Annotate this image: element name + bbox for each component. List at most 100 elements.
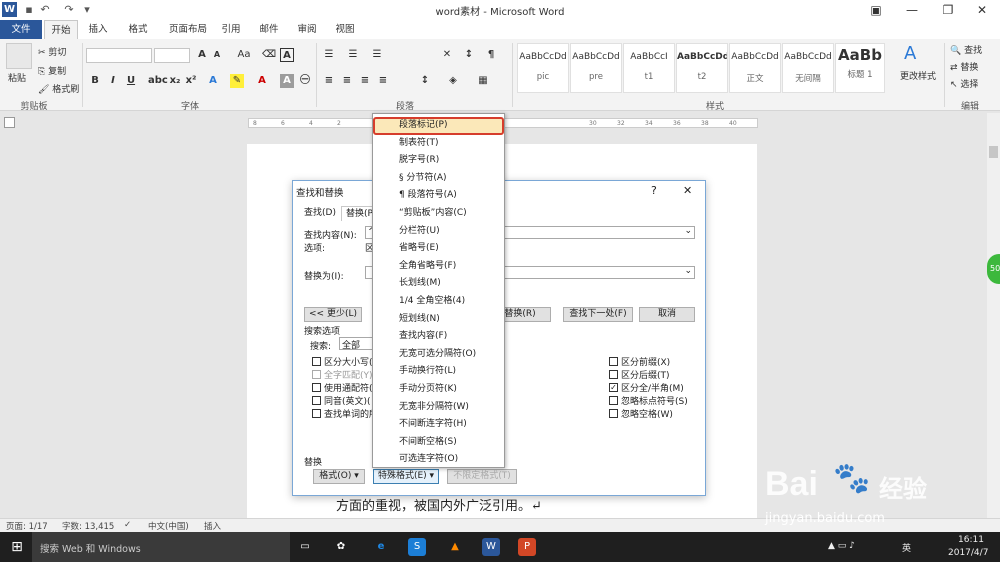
replace-dropdown-icon[interactable]: ⌄: [684, 266, 692, 276]
dialog-cancel-button[interactable]: 取消: [639, 307, 695, 322]
menu-item-clipboard[interactable]: “剪贴板”内容(C): [373, 205, 504, 223]
menu-item-paragraph-char[interactable]: ¶ 段落符号(A): [373, 187, 504, 205]
style-heading-1[interactable]: AaBb 标题 1: [835, 43, 885, 93]
tab-format[interactable]: 格式: [120, 20, 156, 39]
cut-button[interactable]: ✂ 剪切: [38, 45, 66, 58]
bold-button[interactable]: B: [88, 74, 102, 88]
clock-date[interactable]: 2017/4/7: [948, 548, 988, 558]
ime-indicator[interactable]: 英: [902, 541, 911, 554]
font-color-icon[interactable]: A: [255, 74, 269, 88]
menu-item-en-dash[interactable]: 短划线(N): [373, 311, 504, 329]
menu-item-tab[interactable]: 制表符(T): [373, 135, 504, 153]
less-button[interactable]: << 更少(L): [304, 307, 362, 322]
style-pre[interactable]: AaBbCcDd pre: [570, 43, 622, 93]
sounds-like-checkbox[interactable]: [312, 396, 321, 405]
menu-item-nonbreaking-space[interactable]: 不间断空格(S): [373, 434, 504, 452]
menu-item-section-char[interactable]: § 分节符(A): [373, 170, 504, 188]
match-width-checkbox[interactable]: ✓: [609, 383, 618, 392]
close-icon[interactable]: ✕: [966, 0, 998, 20]
tab-file[interactable]: 文件: [0, 20, 42, 39]
help-button[interactable]: ?: [651, 184, 657, 197]
clock-time[interactable]: 16:11: [958, 535, 984, 545]
underline-button[interactable]: U: [124, 74, 138, 88]
line-spacing-icon[interactable]: ↕: [418, 74, 432, 88]
task-view-icon[interactable]: ▭: [296, 538, 314, 556]
superscript-icon[interactable]: x²: [184, 74, 198, 88]
strikethrough-icon[interactable]: abc: [148, 74, 168, 88]
multilevel-icon[interactable]: ☰: [370, 48, 384, 62]
match-suffix-checkbox[interactable]: [609, 370, 618, 379]
menu-item-quarter-space[interactable]: 1/4 全角空格(4): [373, 293, 504, 311]
grow-font-button[interactable]: A: [195, 48, 209, 62]
special-button[interactable]: 特殊格式(E) ▾: [373, 469, 439, 484]
text-effects-icon[interactable]: A: [206, 74, 220, 88]
language-indicator[interactable]: 中文(中国): [148, 520, 189, 532]
select-button[interactable]: ↖ 选择: [950, 77, 978, 90]
menu-item-nonbreaking-hyphen[interactable]: 不间断连字符(H): [373, 416, 504, 434]
copy-button[interactable]: ⎘ 复制: [38, 64, 66, 77]
sort-icon[interactable]: ↕: [462, 48, 476, 62]
menu-item-fullwidth-ellipsis[interactable]: 全角省略号(F): [373, 258, 504, 276]
format-painter-button[interactable]: 🖌 格式刷: [38, 82, 79, 95]
shading-icon[interactable]: ◈: [446, 74, 460, 88]
match-prefix-checkbox[interactable]: [609, 357, 618, 366]
paste-icon[interactable]: [6, 43, 32, 69]
tab-references[interactable]: 引用: [214, 20, 248, 39]
chinese-layout-icon[interactable]: ✕: [440, 48, 454, 62]
align-right-icon[interactable]: ≡: [358, 74, 372, 88]
windows-start-icon[interactable]: ⊞: [8, 538, 26, 556]
tab-review[interactable]: 审阅: [290, 20, 324, 39]
browser-icon[interactable]: S: [408, 538, 426, 556]
proofing-icon[interactable]: ✓: [124, 520, 131, 530]
shrink-font-button[interactable]: A: [210, 48, 224, 62]
powerpoint-icon[interactable]: P: [518, 538, 536, 556]
numbering-icon[interactable]: ☰: [346, 48, 360, 62]
borders-icon[interactable]: ▦: [476, 74, 490, 88]
vertical-scrollbar[interactable]: [987, 113, 1000, 518]
change-case-button[interactable]: Aa: [234, 48, 254, 62]
show-marks-icon[interactable]: ¶: [484, 48, 498, 62]
find-dropdown-icon[interactable]: ⌄: [684, 226, 692, 236]
wildcards-checkbox[interactable]: [312, 383, 321, 392]
style-t1[interactable]: AaBbCcI t1: [623, 43, 675, 93]
restore-icon[interactable]: ❐: [932, 0, 964, 20]
ignore-space-checkbox[interactable]: [609, 409, 618, 418]
menu-item-caret[interactable]: 脱字号(R): [373, 152, 504, 170]
bullets-icon[interactable]: ☰: [322, 48, 336, 62]
tab-layout[interactable]: 页面布局: [162, 20, 214, 39]
subscript-icon[interactable]: x₂: [168, 74, 182, 88]
word-taskbar-icon[interactable]: W: [482, 538, 500, 556]
style-normal[interactable]: AaBbCcDd 正文: [729, 43, 781, 93]
clear-format-icon[interactable]: ⌫: [262, 48, 276, 62]
menu-item-line-break[interactable]: 手动换行符(L): [373, 363, 504, 381]
page-count[interactable]: 页面: 1/17: [6, 520, 48, 532]
menu-item-ellipsis[interactable]: 省略号(E): [373, 240, 504, 258]
floating-ball[interactable]: 50: [987, 254, 1000, 284]
find-button[interactable]: 🔍 查找: [950, 43, 982, 56]
scroll-thumb[interactable]: [989, 146, 998, 158]
menu-item-em-dash[interactable]: 长划线(M): [373, 275, 504, 293]
ribbon-display-icon[interactable]: ▣: [860, 0, 892, 20]
change-styles-button[interactable]: 更改样式: [900, 69, 936, 82]
menu-item-optional-hyphen[interactable]: 可选连字符(O): [373, 451, 504, 469]
dialog-close-button[interactable]: ✕: [683, 184, 692, 197]
align-center-icon[interactable]: ≡: [340, 74, 354, 88]
tray-icons[interactable]: ▲ ▭ ♪: [828, 541, 855, 551]
paste-button[interactable]: 粘贴: [8, 71, 26, 84]
insert-mode[interactable]: 插入: [204, 520, 221, 532]
find-next-button[interactable]: 查找下一处(F): [563, 307, 633, 322]
minimize-icon[interactable]: —: [896, 0, 928, 20]
change-styles-icon[interactable]: A: [904, 43, 916, 64]
replace-button[interactable]: ⇄ 替换: [950, 60, 978, 73]
search-direction-select[interactable]: 全部: [339, 337, 375, 351]
match-case-checkbox[interactable]: [312, 357, 321, 366]
highlight-icon[interactable]: ✎: [230, 74, 244, 88]
word-count[interactable]: 字数: 13,415: [62, 520, 114, 532]
style-t2[interactable]: AaBbCcDd t2: [676, 43, 728, 93]
font-size-box[interactable]: [154, 48, 190, 63]
edge-icon[interactable]: e: [372, 538, 390, 556]
tab-home[interactable]: 开始: [44, 20, 78, 39]
style-no-spacing[interactable]: AaBbCcDd 无间隔: [782, 43, 834, 93]
justify-icon[interactable]: ≡: [376, 74, 390, 88]
font-name-box[interactable]: [86, 48, 152, 63]
